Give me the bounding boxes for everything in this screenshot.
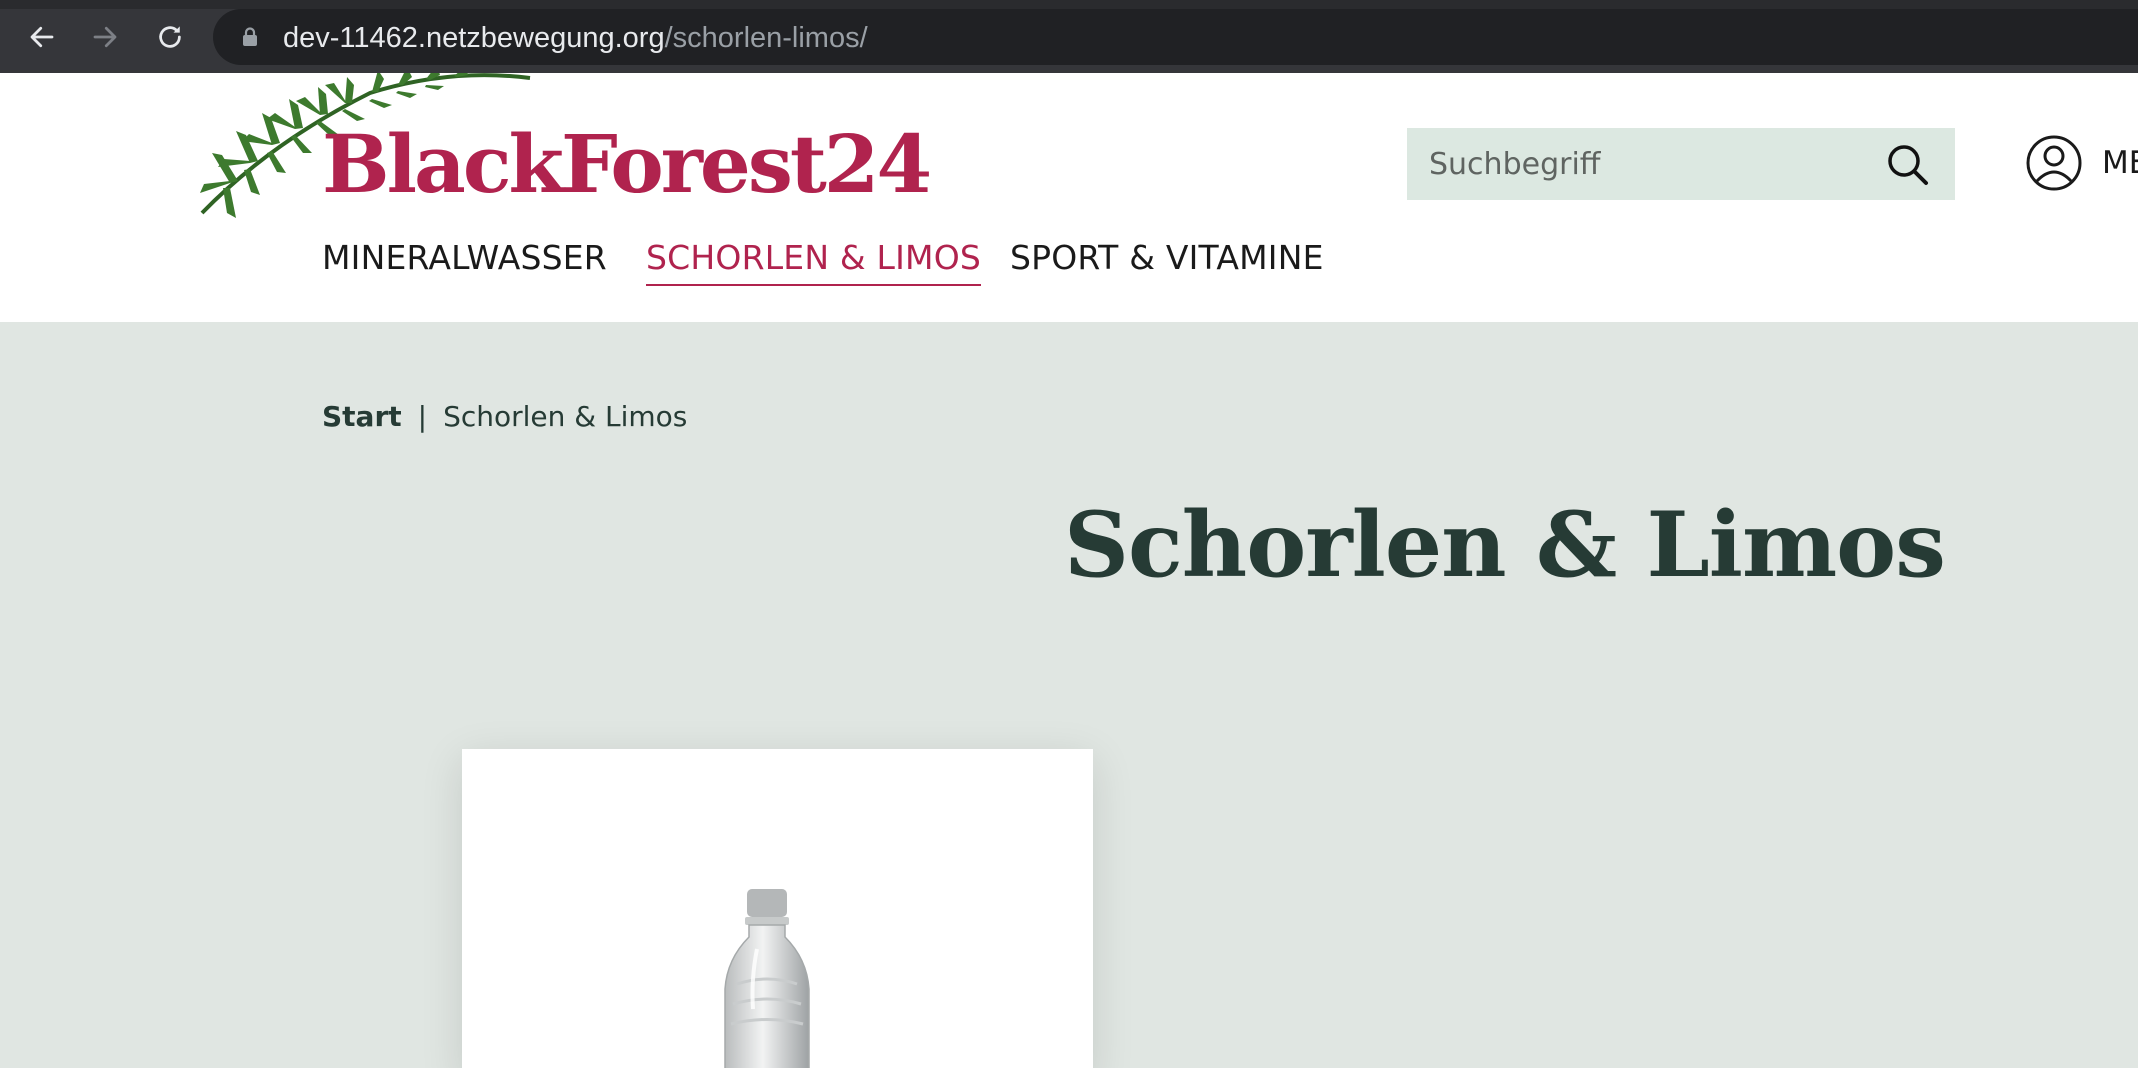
site-header: BlackForest24 ME MINERALWASSER SCHORLEN …: [0, 73, 2138, 322]
product-card[interactable]: [462, 749, 1093, 1068]
url-host: dev-11462.netzbewegung.org: [283, 22, 665, 54]
search-input[interactable]: [1407, 128, 1877, 200]
reload-button[interactable]: [150, 17, 190, 57]
search-icon[interactable]: [1885, 142, 1931, 188]
nav-item-label: SPORT & VITAMINE: [1010, 238, 1324, 277]
account-label[interactable]: ME: [2102, 145, 2138, 181]
nav-item-schorlen-limos[interactable]: SCHORLEN & LIMOS: [646, 238, 982, 286]
page-title: Schorlen & Limos: [1064, 492, 1946, 598]
lock-icon: [243, 27, 257, 46]
nav-item-label: SCHORLEN & LIMOS: [646, 238, 982, 277]
browser-toolbar: dev-11462.netzbewegung.org/schorlen-limo…: [0, 0, 2138, 73]
back-button[interactable]: [22, 17, 62, 57]
url-path: /schorlen-limos/: [664, 22, 868, 54]
user-circle-icon[interactable]: [2024, 133, 2084, 193]
arrow-right-icon: [93, 26, 117, 48]
breadcrumb: Start | Schorlen & Limos: [322, 400, 687, 433]
nav-item-label: MINERALWASSER: [322, 238, 607, 277]
breadcrumb-start-link[interactable]: Start: [322, 400, 402, 433]
forward-button[interactable]: [85, 17, 125, 57]
breadcrumb-current: Schorlen & Limos: [443, 400, 688, 433]
arrow-left-icon: [30, 26, 54, 48]
nav-item-mineralwasser[interactable]: MINERALWASSER: [322, 238, 607, 277]
site-logo[interactable]: BlackForest24: [322, 117, 932, 211]
active-nav-underline: [646, 284, 982, 286]
breadcrumb-separator: |: [417, 400, 428, 433]
address-bar[interactable]: dev-11462.netzbewegung.org/schorlen-limo…: [213, 9, 2138, 65]
tab-strip: [0, 0, 2138, 9]
search-box: [1407, 128, 1955, 200]
url-text: dev-11462.netzbewegung.org/schorlen-limo…: [283, 22, 868, 55]
water-bottle-image: [724, 889, 810, 1068]
nav-item-sport-vitamine[interactable]: SPORT & VITAMINE: [1010, 238, 1324, 277]
reload-icon: [159, 26, 181, 48]
